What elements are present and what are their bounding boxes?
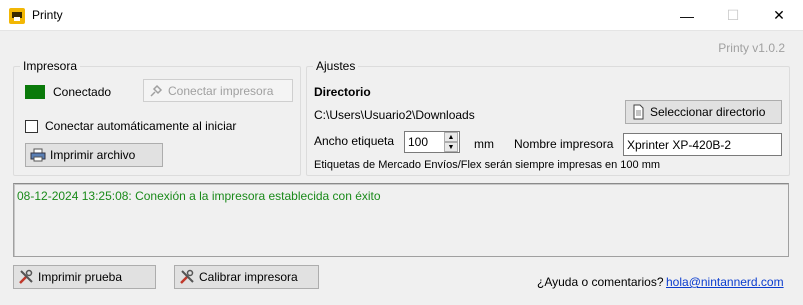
calibrate-printer-button[interactable]: Calibrar impresora (174, 265, 319, 289)
label-width-stepper[interactable]: ▲ ▼ (444, 132, 458, 152)
title-bar: Printy — ☐ ✕ (0, 0, 803, 31)
printer-icon (30, 147, 46, 163)
auto-connect-checkbox[interactable] (25, 120, 38, 133)
maximize-icon: ☐ (726, 7, 740, 23)
status-indicator (25, 85, 45, 99)
stepper-up-icon[interactable]: ▲ (444, 132, 458, 142)
printer-name-input[interactable]: Xprinter XP-420B-2 (623, 133, 782, 156)
maximize-button[interactable]: ☐ (710, 0, 756, 31)
auto-connect-label[interactable]: Conectar automáticamente al iniciar (45, 119, 236, 133)
printy-app-icon (9, 8, 25, 24)
tools-icon (179, 269, 195, 285)
log-output[interactable]: 08-12-2024 13:25:08: Conexión a la impre… (13, 183, 789, 257)
stepper-down-icon[interactable]: ▼ (444, 142, 458, 152)
plug-icon (148, 83, 164, 99)
print-test-label: Imprimir prueba (38, 270, 123, 284)
minimize-button[interactable]: — (664, 0, 710, 31)
contact-email-link[interactable]: hola@nintannerd.com (666, 275, 784, 289)
directory-path: C:\Users\Usuario2\Downloads (314, 108, 475, 122)
version-label: Printy v1.0.2 (718, 41, 785, 55)
calibrate-printer-label: Calibrar impresora (199, 270, 298, 284)
print-file-button[interactable]: Imprimir archivo (25, 143, 163, 167)
label-width-unit: mm (474, 137, 494, 151)
print-test-button[interactable]: Imprimir prueba (13, 265, 156, 289)
directory-heading: Directorio (314, 85, 371, 99)
minimize-icon: — (680, 7, 694, 24)
log-line: 08-12-2024 13:25:08: Conexión a la impre… (17, 189, 381, 203)
connect-printer-label: Conectar impresora (168, 83, 274, 98)
status-label: Conectado (53, 85, 112, 99)
document-icon (630, 104, 646, 120)
mercado-envios-note: Etiquetas de Mercado Envíos/Flex serán s… (314, 159, 661, 171)
close-button[interactable]: ✕ (756, 0, 802, 31)
connect-printer-button[interactable]: Conectar impresora (143, 79, 293, 102)
label-width-label: Ancho etiqueta (314, 134, 395, 148)
label-width-value: 100 (408, 135, 429, 149)
print-file-label: Imprimir archivo (50, 148, 136, 162)
window-title: Printy (32, 8, 63, 22)
select-directory-label: Seleccionar directorio (650, 105, 766, 119)
select-directory-button[interactable]: Seleccionar directorio (625, 100, 782, 124)
printer-name-value: Xprinter XP-420B-2 (627, 137, 732, 152)
printer-group-title: Impresora (20, 59, 81, 73)
help-text: ¿Ayuda o comentarios? (537, 275, 664, 289)
printer-name-label: Nombre impresora (514, 137, 614, 151)
close-icon: ✕ (773, 7, 785, 23)
settings-group-title: Ajustes (313, 59, 359, 73)
tools-icon (18, 269, 34, 285)
